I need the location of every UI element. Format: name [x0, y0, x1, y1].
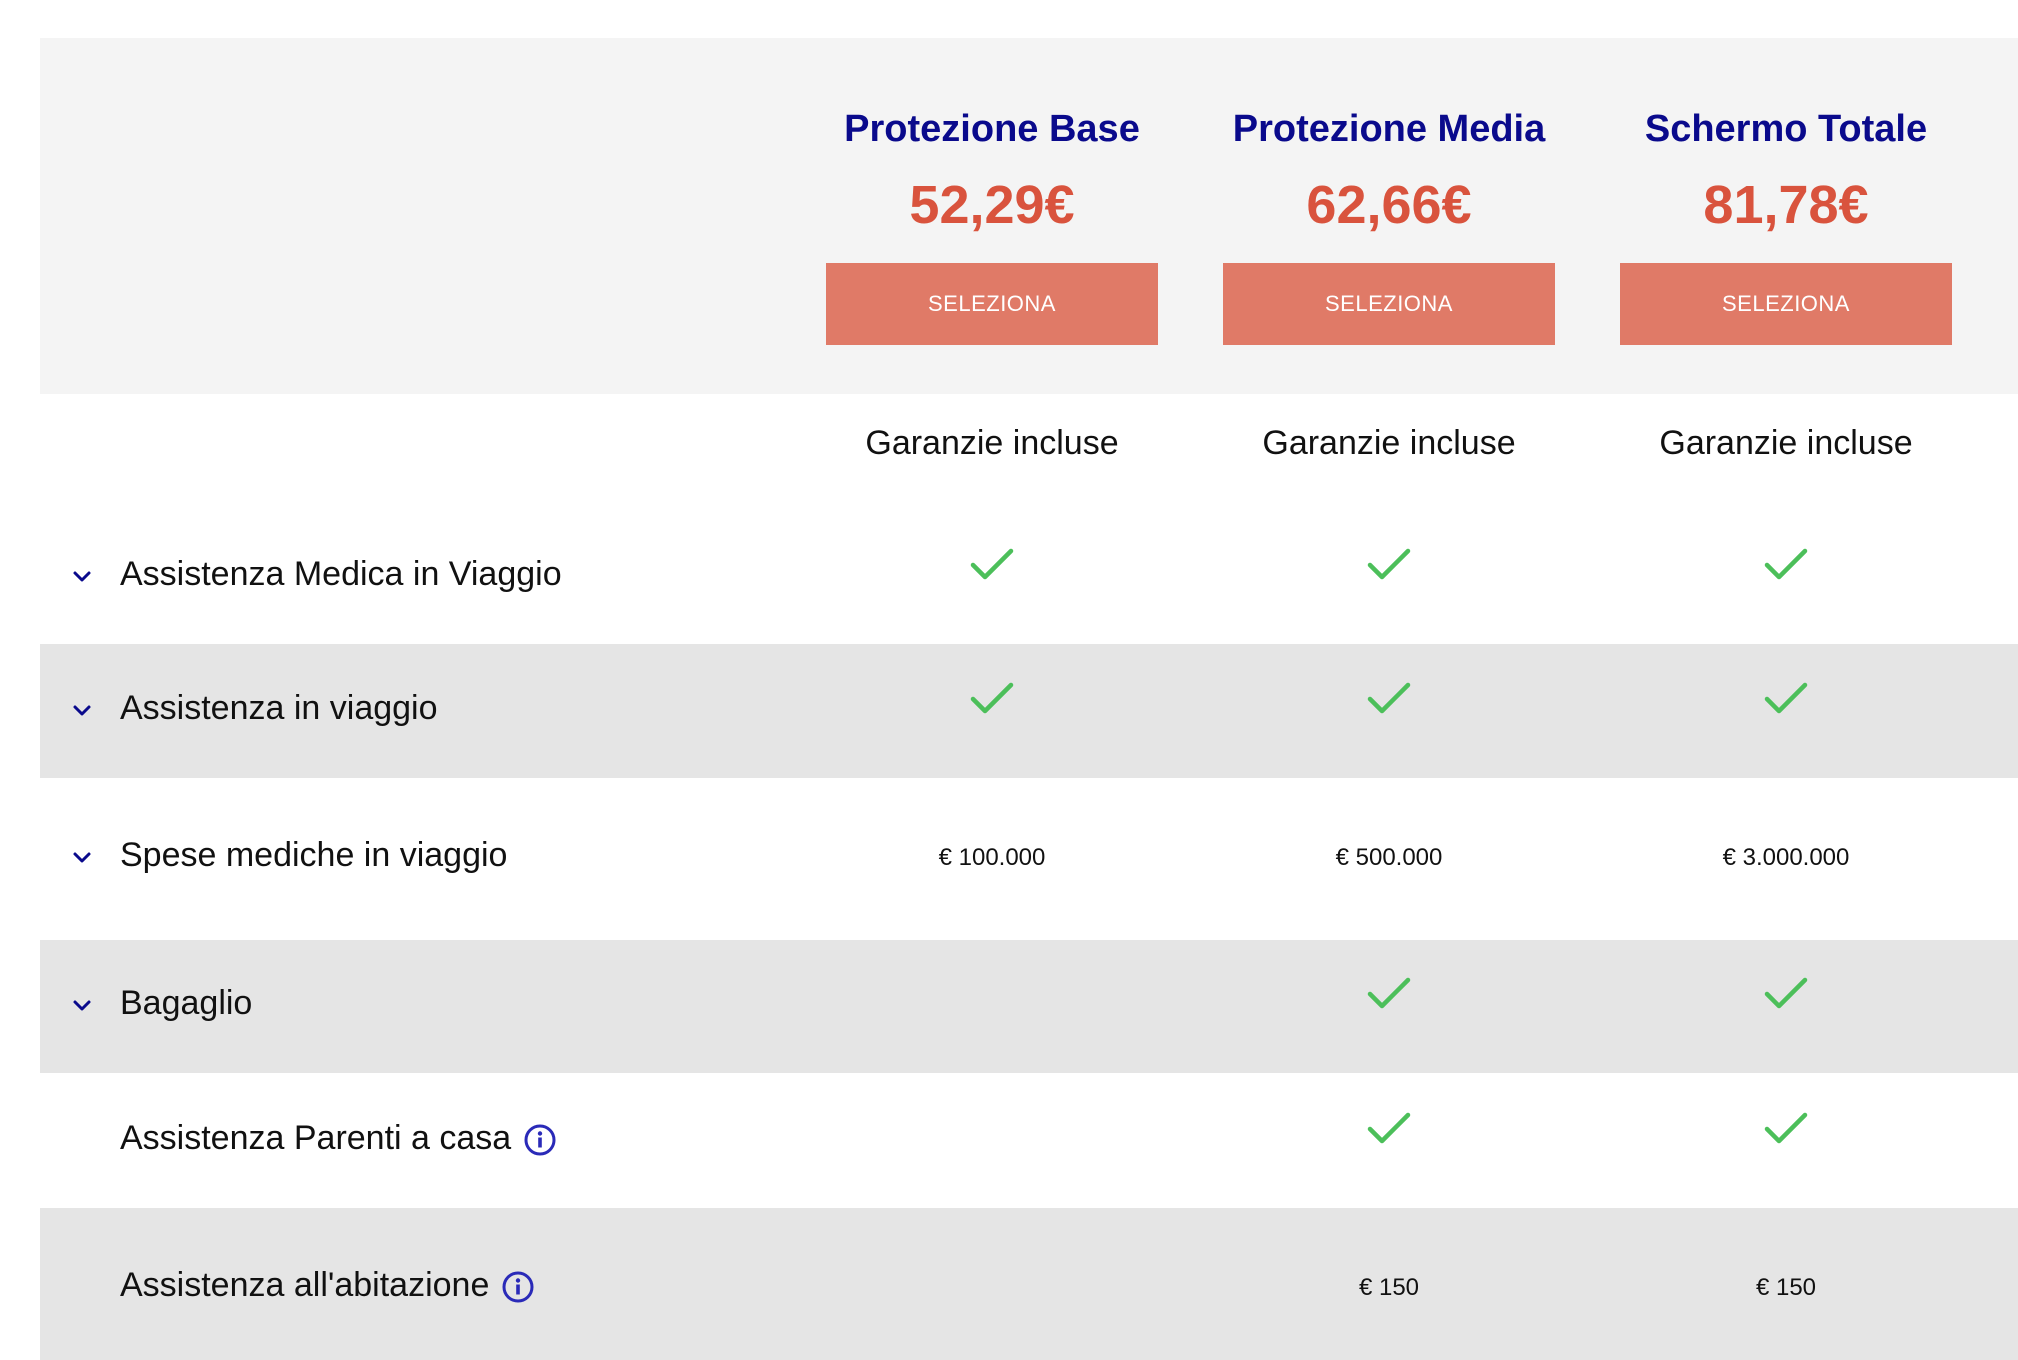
checkmark-icon: [1620, 1111, 1952, 1152]
row-label-text: Assistenza Medica in Viaggio: [120, 555, 562, 593]
checkmark-icon: [826, 547, 1158, 588]
chevron-down-icon[interactable]: [72, 701, 92, 721]
plan-base: Protezione Base 52,29€ SELEZIONA: [826, 38, 1158, 394]
checkmark-icon: [1223, 681, 1555, 722]
chevron-down-icon[interactable]: [72, 848, 92, 868]
included-label: Garanzie incluse: [1659, 424, 1913, 462]
coverage-value: € 3.000.000: [1722, 844, 1850, 871]
row-label: Bagaglio: [120, 984, 252, 1023]
row-label-text: Assistenza all'abitazione: [120, 1266, 490, 1304]
plan-price: 52,29€: [909, 175, 1075, 235]
table-row[interactable]: Bagaglio: [40, 940, 2018, 1073]
row-label-text: Assistenza in viaggio: [120, 689, 438, 727]
checkmark-icon: [1620, 681, 1952, 722]
plan-media: Protezione Media 62,66€ SELEZIONA: [1223, 38, 1555, 394]
select-base-button[interactable]: SELEZIONA: [826, 263, 1158, 345]
checkmark-icon: [826, 681, 1158, 722]
included-label: Garanzie incluse: [1262, 424, 1516, 462]
chevron-down-icon[interactable]: [72, 567, 92, 587]
plan-name: Schermo Totale: [1644, 108, 1928, 150]
table-row: Assistenza Parenti a casa: [40, 1073, 2018, 1208]
table-row[interactable]: Spese mediche in viaggio € 100.000 € 500.0…: [40, 778, 2018, 940]
row-label-text: Bagaglio: [120, 984, 253, 1022]
chevron-down-icon[interactable]: [72, 996, 92, 1016]
checkmark-icon: [1620, 976, 1952, 1017]
row-label: Assistenza Medica in Viaggio: [120, 555, 562, 594]
info-icon[interactable]: [523, 1123, 557, 1157]
row-label-text: Spese mediche in viaggio: [120, 836, 508, 874]
plan-totale: Schermo Totale 81,78€ SELEZIONA: [1620, 38, 1952, 394]
row-label: Assistenza in viaggio: [120, 689, 438, 728]
coverage-value: € 150: [1358, 1274, 1420, 1301]
select-media-button[interactable]: SELEZIONA: [1223, 263, 1555, 345]
checkmark-icon: [1223, 976, 1555, 1017]
table-row: Assistenza all'abitazione € 150 € 150: [40, 1208, 2018, 1360]
row-label: Assistenza Parenti a casa: [120, 1119, 557, 1158]
row-label-text: Assistenza Parenti a casa: [120, 1119, 512, 1157]
checkmark-icon: [1620, 547, 1952, 588]
coverage-value: € 150: [1755, 1274, 1817, 1301]
checkmark-icon: [1223, 547, 1555, 588]
coverage-value: € 500.000: [1335, 844, 1443, 871]
row-label: Assistenza all'abitazione: [120, 1266, 535, 1305]
row-label: Spese mediche in viaggio: [120, 836, 507, 875]
table-row[interactable]: Assistenza in viaggio: [40, 644, 2018, 778]
info-icon[interactable]: [501, 1270, 535, 1304]
plan-name: Protezione Base: [844, 108, 1140, 150]
plan-price: 81,78€: [1703, 175, 1869, 235]
included-label: Garanzie incluse: [865, 424, 1119, 462]
coverage-value: € 100.000: [938, 844, 1046, 871]
table-row[interactable]: Assistenza Medica in Viaggio: [40, 520, 2018, 644]
checkmark-icon: [1223, 1111, 1555, 1152]
plan-price: 62,66€: [1306, 175, 1472, 235]
plan-name: Protezione Media: [1232, 108, 1546, 150]
select-totale-button[interactable]: SELEZIONA: [1620, 263, 1952, 345]
